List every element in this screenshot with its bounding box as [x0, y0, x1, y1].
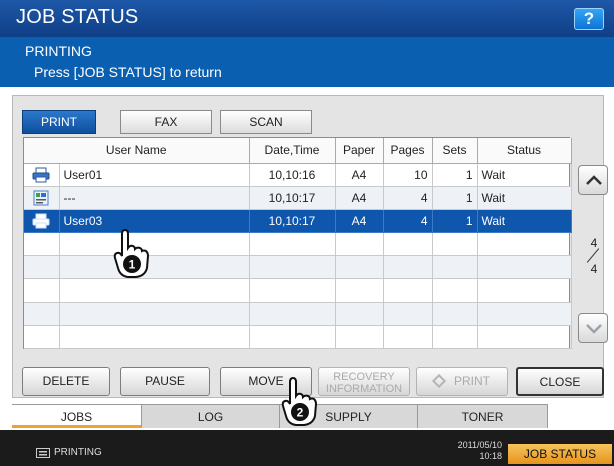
- tab-print[interactable]: PRINT: [22, 110, 96, 134]
- tab-toner[interactable]: TONER: [418, 404, 548, 428]
- hand-pointer-icon: 1: [113, 228, 150, 278]
- print-button[interactable]: PRINT: [416, 367, 508, 396]
- close-button[interactable]: CLOSE: [516, 367, 604, 396]
- status-text: PRINTING: [54, 447, 102, 458]
- title-bar: JOB STATUS ?: [0, 0, 614, 37]
- job-table: User Name Date,Time Paper Pages Sets Sta…: [23, 137, 572, 350]
- recovery-label-line1: RECOVERY: [333, 371, 395, 383]
- cell-pages: 4: [383, 209, 433, 234]
- message-line-1: PRINTING: [25, 43, 92, 59]
- job-type-cell: [24, 209, 60, 234]
- job-type-cell: [24, 163, 60, 187]
- pause-button[interactable]: PAUSE: [120, 367, 210, 396]
- cell-paper: A4: [335, 163, 384, 187]
- document-icon: [33, 190, 49, 206]
- printer-icon: [32, 213, 50, 229]
- tab-scan[interactable]: SCAN: [220, 110, 312, 134]
- cell-user: User03: [59, 209, 250, 234]
- column-header-paper: Paper: [335, 138, 384, 164]
- message-line-2: Press [JOB STATUS] to return: [34, 64, 222, 80]
- tab-fax[interactable]: FAX: [120, 110, 212, 134]
- cell-user: ---: [59, 186, 250, 210]
- cell-sets: 1: [432, 163, 478, 187]
- printer-icon: [32, 167, 50, 183]
- table-row[interactable]: User01 10,10:16 A4 10 1 Wait: [24, 163, 572, 187]
- cell-datetime: 10,10:16: [249, 163, 336, 187]
- recovery-label-line2: INFORMATION: [325, 383, 403, 395]
- date-text: 2011/05/10: [457, 440, 502, 450]
- clock: 2011/05/10 10:18: [438, 440, 502, 462]
- callout-one: 1: [129, 258, 136, 272]
- cell-pages: 10: [383, 163, 433, 187]
- time-text: 10:18: [479, 451, 502, 461]
- table-row-empty: [24, 278, 572, 303]
- status-bar: PRINTING 2011/05/10 10:18 JOB STATUS: [0, 430, 614, 466]
- job-status-button[interactable]: JOB STATUS: [508, 444, 612, 464]
- print-button-label: PRINT: [454, 374, 490, 388]
- scroll-down-button[interactable]: [578, 313, 608, 343]
- callout-two: 2: [297, 406, 304, 420]
- cell-pages: 4: [383, 186, 433, 210]
- cell-paper: A4: [335, 209, 384, 234]
- table-row-empty: [24, 325, 572, 350]
- help-button[interactable]: ?: [574, 8, 604, 30]
- chevron-down-icon: [586, 324, 602, 334]
- page-total: 4: [590, 262, 598, 276]
- message-bar: PRINTING Press [JOB STATUS] to return: [0, 37, 614, 87]
- page-title: JOB STATUS: [16, 6, 139, 28]
- cell-status: Wait: [477, 163, 572, 187]
- tab-log[interactable]: LOG: [142, 404, 280, 428]
- tab-jobs[interactable]: JOBS: [12, 404, 142, 428]
- page-current: 4: [590, 236, 598, 250]
- column-header-date-time: Date,Time: [249, 138, 336, 164]
- cell-sets: 1: [432, 186, 478, 210]
- cell-sets: 1: [432, 209, 478, 234]
- cell-status: Wait: [477, 209, 572, 234]
- scroll-up-button[interactable]: [578, 165, 608, 195]
- table-row-empty: [24, 232, 572, 257]
- printer-status-icon: [36, 448, 50, 458]
- column-header-user-name: User Name: [24, 138, 250, 164]
- job-type-cell: [24, 186, 60, 210]
- cell-datetime: 10,10:17: [249, 209, 336, 234]
- table-row-selected[interactable]: User03 10,10:17 A4 4 1 Wait: [24, 209, 572, 234]
- table-header-row: User Name Date,Time Paper Pages Sets Sta…: [24, 138, 572, 164]
- chevron-up-icon: [586, 175, 602, 185]
- column-header-sets: Sets: [432, 138, 478, 164]
- delete-button[interactable]: DELETE: [22, 367, 110, 396]
- cell-datetime: 10,10:17: [249, 186, 336, 210]
- table-row-empty: [24, 302, 572, 326]
- column-header-status: Status: [477, 138, 572, 164]
- recovery-information-button[interactable]: RECOVERY INFORMATION: [318, 367, 410, 396]
- table-row-empty: [24, 255, 572, 280]
- cell-user: User01: [59, 163, 250, 187]
- table-row[interactable]: --- 10,10:17 A4 4 1 Wait: [24, 186, 572, 210]
- diamond-icon: [431, 373, 447, 389]
- column-header-pages: Pages: [383, 138, 433, 164]
- cell-status: Wait: [477, 186, 572, 210]
- cell-paper: A4: [335, 186, 384, 210]
- hand-pointer-icon: 2: [281, 376, 318, 426]
